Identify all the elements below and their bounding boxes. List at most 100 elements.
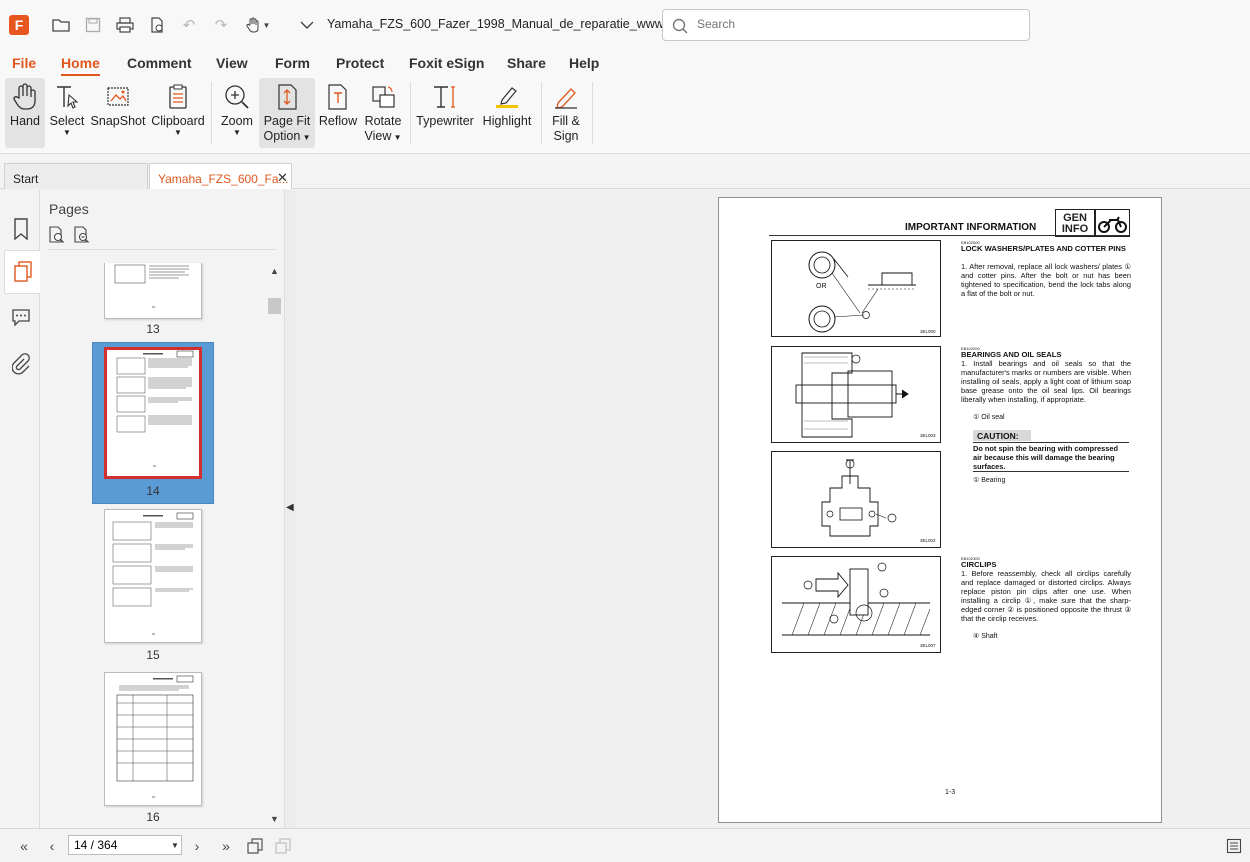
zoom-button[interactable]: Zoom ▼: [218, 78, 256, 148]
bearing-figure: 3EL002: [771, 451, 941, 548]
bookmarks-icon[interactable]: [6, 214, 36, 244]
panel-collapse-strip[interactable]: ◀: [284, 190, 296, 828]
menu-help[interactable]: Help: [569, 55, 599, 71]
page-dropdown-icon[interactable]: ▼: [171, 841, 179, 850]
motorcycle-icon: [1095, 209, 1130, 237]
menu-comment[interactable]: Comment: [127, 55, 192, 71]
menu-file[interactable]: File: [12, 55, 36, 71]
hand-button[interactable]: Hand: [5, 78, 45, 148]
zoom-icon: [225, 85, 249, 109]
rotate-label-2: View: [364, 129, 392, 143]
menu-bar: File Home Comment View Form Protect Foxi…: [0, 50, 1250, 76]
next-view-icon[interactable]: [273, 837, 293, 855]
menu-share[interactable]: Share: [507, 55, 546, 71]
rotate-view-button[interactable]: Rotate View ▼: [362, 78, 404, 148]
typewriter-button[interactable]: Typewriter: [416, 78, 474, 148]
scrollbar-thumb[interactable]: [268, 298, 281, 314]
navigation-panel-strip: [0, 190, 40, 828]
panel-divider: [48, 249, 276, 250]
select-label: Select: [49, 114, 85, 128]
snapshot-button[interactable]: SnapShot: [91, 78, 145, 148]
fill-sign-icon: [555, 88, 577, 109]
page-thumbnail-14-selection[interactable]: 14: [92, 342, 214, 504]
clipboard-label: Clipboard: [151, 114, 205, 128]
fill-sign-label-1: Fill &: [552, 114, 580, 128]
tab-start-label: Start: [13, 172, 39, 186]
page-number-input[interactable]: [68, 835, 182, 855]
typewriter-icon: [434, 86, 455, 108]
page-number: 1-3: [945, 789, 956, 796]
print-icon[interactable]: [114, 15, 136, 35]
page-thumbnail-14[interactable]: [104, 347, 202, 479]
typewriter-label: Typewriter: [416, 114, 474, 128]
chevron-down-icon[interactable]: [296, 15, 318, 35]
menu-foxit-esign[interactable]: Foxit eSign: [409, 55, 484, 71]
select-button[interactable]: Select ▼: [48, 78, 86, 148]
page-zoom-in-icon[interactable]: [48, 226, 66, 244]
collapse-panel-icon[interactable]: ◀: [286, 502, 294, 513]
caution-rule: [973, 471, 1129, 472]
ribbon-toolbar: Hand Select ▼ SnapShot Clipboard ▼ Zoom …: [0, 76, 1250, 154]
menu-home[interactable]: Home: [61, 55, 100, 76]
page-properties-icon[interactable]: [146, 15, 168, 35]
page-layout-icon[interactable]: [1224, 837, 1244, 855]
hand-icon: [13, 83, 36, 110]
page-fit-option-button[interactable]: Page Fit Option ▼: [259, 78, 315, 148]
section-body: 1. After removal, replace all lock washe…: [961, 262, 1131, 298]
fill-sign-button[interactable]: Fill & Sign: [546, 78, 586, 148]
hand-label: Hand: [10, 114, 40, 128]
tab-document[interactable]: Yamaha_FZS_600_Fa... ✕: [149, 163, 292, 189]
section-body: 1. Before reassembly, check all circlips…: [961, 569, 1131, 623]
scroll-down-icon[interactable]: ▼: [270, 814, 279, 824]
search-box[interactable]: [662, 9, 1030, 41]
last-page-icon[interactable]: »: [216, 837, 236, 855]
page-thumbnail-label: 15: [146, 648, 160, 662]
zoom-dropdown-icon: ▼: [233, 128, 241, 137]
page-thumbnail-16[interactable]: [104, 672, 202, 806]
open-file-icon[interactable]: [50, 15, 72, 35]
figure-legend: ① Oil seal: [973, 414, 1005, 421]
pages-panel-icon[interactable]: [4, 250, 40, 294]
previous-view-icon[interactable]: [245, 837, 265, 855]
redo-icon[interactable]: ↷: [210, 15, 232, 35]
pages-scrollbar[interactable]: ▲ ▼: [267, 262, 282, 828]
close-tab-icon[interactable]: ✕: [277, 170, 288, 186]
page-zoom-out-icon[interactable]: [73, 226, 91, 244]
page-thumbnail-13[interactable]: [104, 263, 202, 319]
next-page-icon[interactable]: ›: [187, 837, 207, 855]
search-input[interactable]: [697, 17, 1017, 31]
page-thumbnail-15[interactable]: [104, 509, 202, 643]
foxit-logo-icon[interactable]: F: [9, 15, 29, 35]
caution-box: CAUTION:: [973, 430, 1031, 441]
pages-panel-title: Pages: [49, 201, 89, 217]
figure-code: 3EL002: [920, 538, 936, 543]
scroll-up-icon[interactable]: ▲: [270, 266, 279, 276]
figure-code: 3EL003: [920, 433, 936, 438]
section-title: BEARINGS AND OIL SEALS: [961, 350, 1062, 359]
lock-washer-figure: OR 3EL000: [771, 240, 941, 337]
reflow-icon: [328, 84, 347, 110]
attachments-icon[interactable]: [6, 349, 36, 379]
reflow-button[interactable]: Reflow: [318, 78, 358, 148]
save-icon[interactable]: [82, 15, 104, 35]
undo-icon[interactable]: ↶: [178, 15, 200, 35]
ribbon-divider: [211, 82, 212, 144]
document-tab-bar: Start Yamaha_FZS_600_Fa... ✕: [0, 155, 1250, 189]
first-page-icon[interactable]: «: [14, 837, 34, 855]
figure-or-label: OR: [816, 283, 827, 290]
tab-start[interactable]: Start: [4, 163, 148, 189]
clipboard-button[interactable]: Clipboard ▼: [150, 78, 206, 148]
clipboard-dropdown-icon: ▼: [174, 128, 182, 137]
previous-page-icon[interactable]: ‹: [42, 837, 62, 855]
highlight-button[interactable]: Highlight: [479, 78, 535, 148]
page-thumbnail-label: 13: [146, 322, 160, 336]
menu-protect[interactable]: Protect: [336, 55, 384, 71]
snapshot-icon: [107, 87, 129, 106]
menu-form[interactable]: Form: [275, 55, 310, 71]
search-icon: [672, 18, 688, 34]
hand-tool-dropdown-icon[interactable]: ▼: [243, 15, 273, 35]
comments-icon[interactable]: [6, 302, 36, 332]
caution-text: Do not spin the bearing with compressed …: [973, 444, 1118, 471]
menu-view[interactable]: View: [216, 55, 248, 71]
ribbon-divider: [410, 82, 411, 144]
